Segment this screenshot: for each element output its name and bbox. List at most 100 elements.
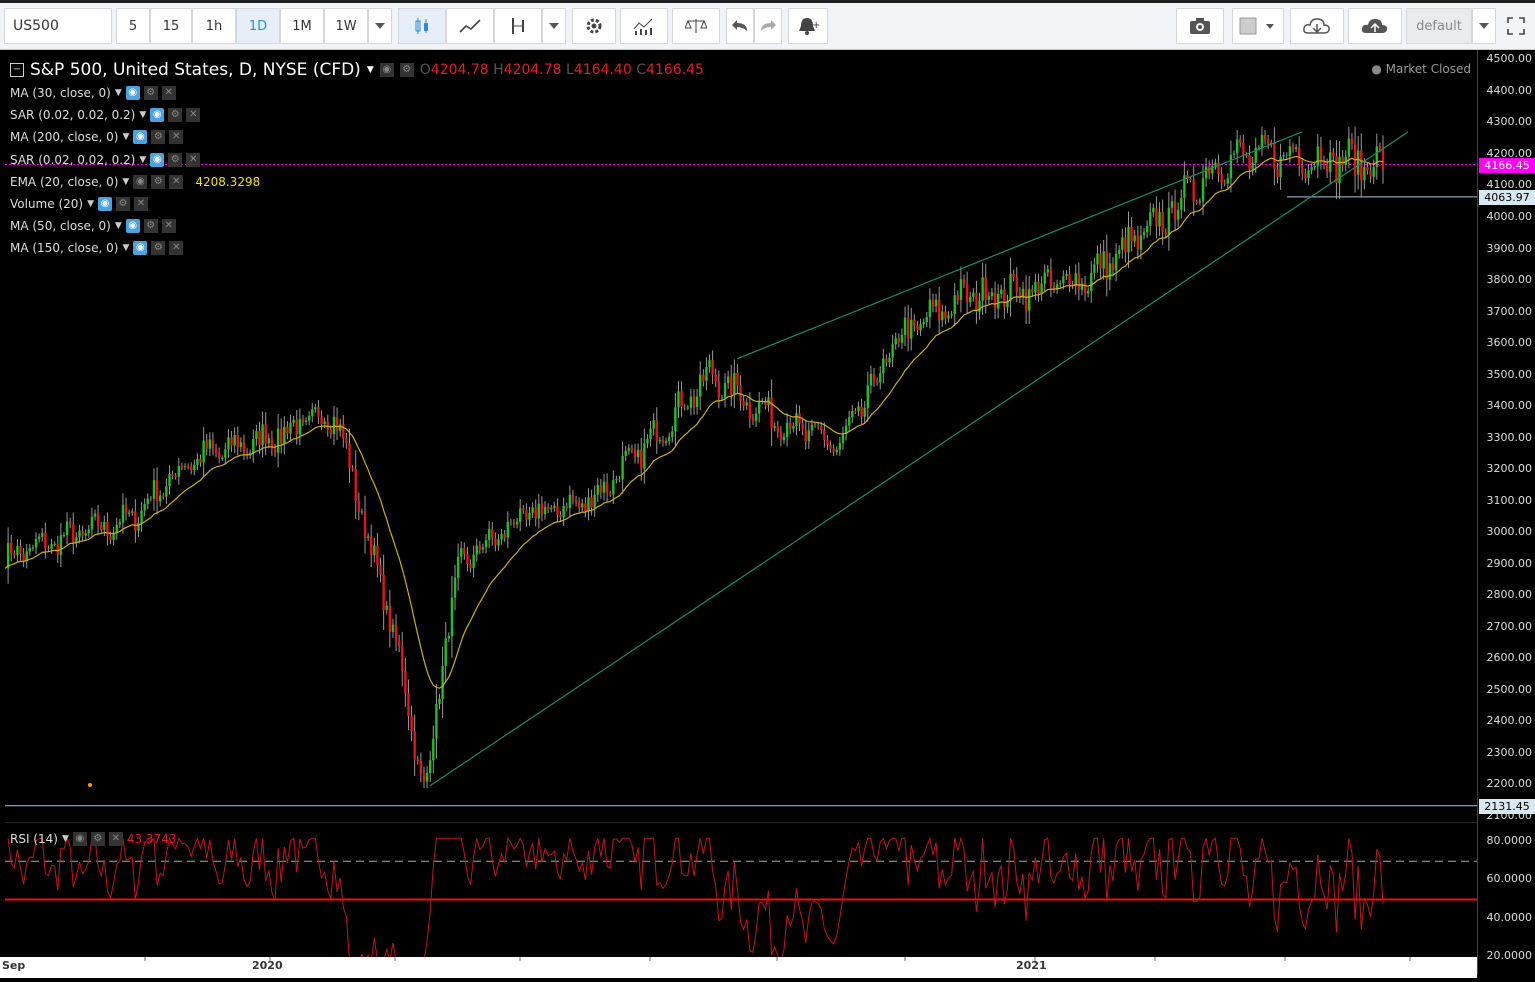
settings-icon[interactable]: ⚙ — [116, 197, 130, 211]
collapse-icon[interactable]: − — [10, 63, 24, 77]
redo-button[interactable] — [754, 8, 782, 44]
close-icon[interactable]: ✕ — [186, 108, 201, 123]
title-dropdown-icon[interactable]: ▼ — [367, 65, 374, 75]
interval-dropdown-button[interactable] — [368, 8, 392, 44]
close-icon[interactable]: ✕ — [169, 241, 184, 256]
candle-body — [1062, 276, 1065, 284]
interval-1h-button[interactable]: 1h — [192, 8, 236, 44]
visibility-icon[interactable]: ◉ — [150, 108, 165, 123]
visibility-icon[interactable]: ◉ — [133, 174, 148, 189]
indicator-legend-item[interactable]: SAR (0.02, 0.02, 0.2) ▼ ◉ ⚙ ✕ — [10, 152, 201, 167]
indicator-legend-item[interactable]: MA (30, close, 0) ▼ ◉ ⚙ ✕ — [10, 86, 176, 100]
indicator-dropdown-icon[interactable]: ▼ — [139, 155, 146, 165]
color-picker-button[interactable] — [1232, 8, 1284, 44]
indicator-legend-item[interactable]: MA (50, close, 0) ▼ ◉ ⚙ ✕ — [10, 219, 176, 234]
candle-body — [422, 773, 426, 782]
interval-15-button[interactable]: 15 — [150, 8, 192, 44]
candle-body — [1102, 251, 1105, 269]
close-icon[interactable]: ✕ — [134, 197, 148, 211]
visibility-icon[interactable]: ◉ — [72, 832, 87, 846]
settings-icon[interactable]: ⚙ — [168, 108, 183, 123]
interval-1m-button[interactable]: 1M — [280, 8, 324, 44]
candle-body — [584, 503, 587, 512]
settings-icon[interactable]: ⚙ — [151, 241, 166, 256]
visibility-icon[interactable]: ◉ — [125, 219, 140, 234]
candles-button[interactable] — [398, 8, 446, 44]
visibility-icon[interactable]: ◉ — [98, 197, 112, 211]
indicator-dropdown-icon[interactable]: ▼ — [87, 199, 94, 209]
candle-body — [944, 311, 947, 319]
close-icon[interactable]: ✕ — [169, 174, 184, 189]
symbol-input[interactable]: US500 — [4, 8, 112, 44]
compare-button[interactable] — [672, 8, 720, 44]
indicator-dropdown-icon[interactable]: ▼ — [139, 110, 146, 120]
indicator-legend-item[interactable]: EMA (20, close, 0) ▼ ◉ ⚙ ✕ 4208.3298 — [10, 174, 260, 189]
settings-icon[interactable]: ⚙ — [143, 219, 158, 234]
upper-trendline[interactable] — [736, 131, 1303, 360]
lower-trendline[interactable] — [429, 131, 1409, 787]
screenshot-button[interactable] — [1176, 8, 1224, 44]
interval-1d-button[interactable]: 1D — [236, 8, 280, 44]
settings-icon[interactable]: ⚙ — [399, 63, 414, 77]
price-chart-pane[interactable] — [4, 50, 1477, 822]
visibility-icon[interactable]: ◉ — [125, 86, 140, 100]
cloud-load-button[interactable] — [1290, 8, 1344, 44]
visibility-icon[interactable]: ◉ — [150, 152, 165, 167]
candle-body — [882, 358, 885, 374]
interval-1w-button[interactable]: 1W — [324, 8, 368, 44]
price-tick-label: 3500.00 — [1486, 367, 1533, 381]
settings-icon[interactable]: ⚙ — [90, 832, 105, 846]
visibility-icon[interactable]: ◉ — [133, 241, 148, 256]
price-axis[interactable]: 4500.00 4400.00 4300.00 4200.00 4100.00 4000.… — [1477, 50, 1535, 975]
visibility-icon[interactable]: ◉ — [133, 130, 148, 145]
indicator-dropdown-icon[interactable]: ▼ — [122, 132, 129, 142]
indicator-dropdown-icon[interactable]: ▼ — [122, 177, 129, 187]
candle-body — [959, 279, 963, 300]
alert-button[interactable]: + — [788, 8, 828, 44]
visibility-icon[interactable]: ◉ — [379, 63, 394, 77]
rsi-dropdown-icon[interactable]: ▼ — [62, 834, 69, 844]
studies-button[interactable] — [620, 8, 668, 44]
close-icon[interactable]: ✕ — [161, 86, 176, 100]
time-axis[interactable] — [0, 957, 1477, 978]
candle-body — [320, 416, 323, 425]
undo-button[interactable] — [726, 8, 754, 44]
line-chart-button[interactable] — [446, 8, 494, 44]
close-icon[interactable]: ✕ — [108, 832, 123, 846]
candle-body — [1189, 178, 1192, 180]
indicator-dropdown-icon[interactable]: ▼ — [115, 88, 122, 98]
settings-button[interactable] — [572, 8, 616, 44]
close-icon[interactable]: ✕ — [161, 219, 176, 234]
candle-body — [373, 545, 376, 556]
layout-name-button[interactable]: default — [1406, 8, 1472, 44]
candle-body — [748, 402, 752, 418]
layout-dropdown[interactable] — [1472, 8, 1496, 44]
candle-body — [199, 458, 202, 463]
settings-icon[interactable]: ⚙ — [143, 86, 158, 100]
close-icon[interactable]: ✕ — [169, 130, 184, 145]
bars-button[interactable] — [494, 8, 542, 44]
close-icon[interactable]: ✕ — [186, 152, 201, 167]
rsi-tick-label: 80.0000 — [1486, 834, 1533, 848]
fullscreen-button[interactable] — [1500, 8, 1532, 44]
candle-body — [19, 546, 22, 555]
indicator-dropdown-icon[interactable]: ▼ — [115, 221, 122, 231]
indicator-dropdown-icon[interactable]: ▼ — [122, 243, 129, 253]
candle-body — [428, 760, 432, 773]
indicator-legend-item[interactable]: MA (200, close, 0) ▼ ◉ ⚙ ✕ — [10, 130, 184, 145]
candle-body — [751, 417, 755, 421]
settings-icon[interactable]: ⚙ — [168, 152, 183, 167]
cloud-save-button[interactable] — [1348, 8, 1402, 44]
rsi-pane[interactable] — [5, 822, 1477, 976]
indicator-legend-item[interactable]: Volume (20) ▼ ◉ ⚙ ✕ — [10, 197, 148, 211]
chart-type-dropdown[interactable] — [542, 8, 566, 44]
settings-icon[interactable]: ⚙ — [151, 174, 166, 189]
candle-body — [1372, 166, 1375, 177]
indicator-legend-item[interactable]: MA (150, close, 0) ▼ ◉ ⚙ ✕ — [10, 241, 184, 256]
interval-5-button[interactable]: 5 — [116, 8, 150, 44]
settings-icon[interactable]: ⚙ — [151, 130, 166, 145]
candle-body — [705, 366, 708, 381]
candle-body — [84, 533, 87, 536]
indicator-legend-item[interactable]: SAR (0.02, 0.02, 0.2) ▼ ◉ ⚙ ✕ — [10, 108, 201, 123]
candle-body — [996, 294, 1000, 309]
